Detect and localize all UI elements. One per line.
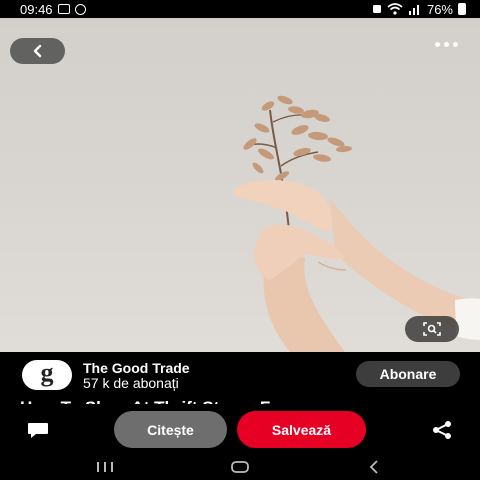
lens-icon: [423, 322, 441, 336]
more-options-button[interactable]: [435, 42, 458, 47]
wifi-icon: [387, 3, 403, 15]
pin-image[interactable]: [0, 18, 480, 352]
whatsapp-icon: [74, 3, 86, 15]
recents-icon: [97, 462, 113, 472]
recents-button[interactable]: [90, 459, 120, 475]
battery-icon: [458, 3, 466, 15]
nav-back-button[interactable]: [362, 459, 386, 475]
home-button[interactable]: [226, 459, 254, 475]
read-button[interactable]: Citește: [114, 411, 227, 448]
status-right: 76%: [372, 2, 466, 17]
back-button[interactable]: [10, 38, 65, 64]
subscribe-button[interactable]: Abonare: [356, 361, 460, 387]
back-icon: [369, 460, 378, 474]
screenshot-icon: [372, 5, 381, 13]
share-button[interactable]: [430, 420, 454, 440]
publisher-avatar[interactable]: g: [22, 360, 72, 390]
pin-photo: [235, 95, 480, 352]
dot-icon: [444, 42, 449, 47]
avatar-letter: g: [40, 358, 54, 387]
visual-search-button[interactable]: [405, 316, 459, 342]
save-button[interactable]: Salvează: [237, 411, 366, 448]
system-nav-bar: [0, 454, 480, 480]
clock: 09:46: [20, 1, 53, 17]
home-icon: [231, 461, 249, 473]
follower-count: 57 k de abonați: [83, 375, 179, 391]
dot-icon: [435, 42, 440, 47]
status-left: 09:46: [20, 2, 86, 17]
comment-button[interactable]: [26, 420, 50, 440]
share-icon: [433, 421, 451, 439]
comment-icon: [28, 423, 48, 438]
publisher-name[interactable]: The Good Trade: [83, 360, 190, 376]
battery-percent: 76%: [426, 1, 453, 17]
signal-icon: [408, 5, 419, 15]
dot-icon: [453, 42, 458, 47]
chevron-left-icon: [33, 44, 41, 58]
action-bar: Citește Salvează: [0, 404, 480, 454]
gallery-icon: [57, 4, 70, 14]
status-bar: 09:46 76%: [0, 0, 480, 18]
